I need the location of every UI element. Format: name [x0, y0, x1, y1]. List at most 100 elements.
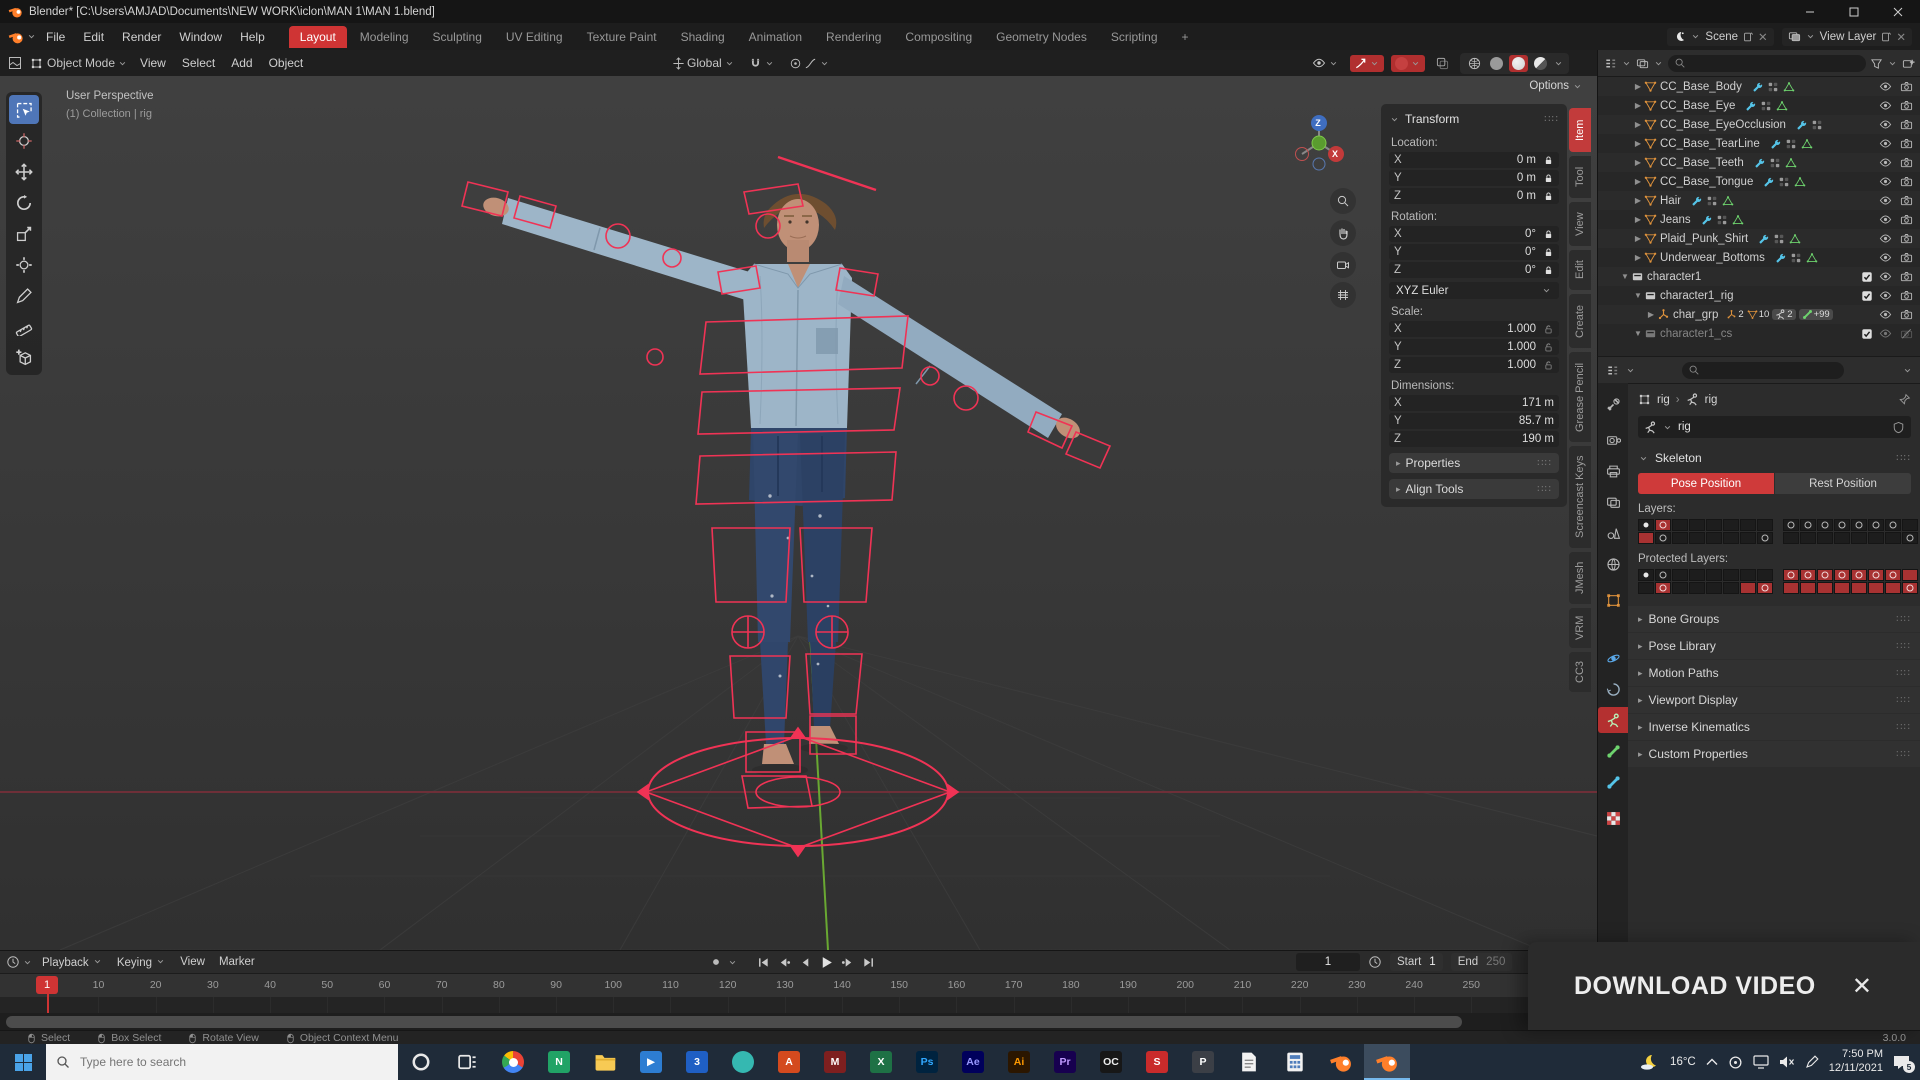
disclosure-icon[interactable]: ▼	[1619, 272, 1631, 281]
mode-selector[interactable]: Object Mode	[43, 54, 132, 72]
outliner-row[interactable]: ▶ Hair	[1598, 191, 1920, 210]
new-view-layer-icon[interactable]	[1880, 31, 1892, 43]
panel-align-tools[interactable]: ▸ Align Tools ∷∷	[1389, 479, 1559, 499]
breadcrumb-object[interactable]: rig	[1657, 394, 1670, 406]
jump-to-start-button[interactable]	[754, 954, 773, 971]
protected-layer-cell[interactable]	[1655, 569, 1671, 581]
protected-layer-cell[interactable]	[1638, 569, 1654, 581]
workspace-tab-texture-paint[interactable]: Texture Paint	[576, 26, 668, 48]
workspace-tab-compositing[interactable]: Compositing	[894, 26, 983, 48]
properties-tab-scene[interactable]	[1598, 520, 1628, 546]
snap-toggle[interactable]	[745, 55, 779, 72]
frame-end-field[interactable]: End 250	[1450, 953, 1513, 971]
camera-view-button[interactable]	[1330, 252, 1356, 278]
panel-viewport-display[interactable]: ▸ Viewport Display ∷∷	[1628, 687, 1920, 713]
armature-layer-cell[interactable]	[1655, 532, 1671, 544]
hide-eye-icon[interactable]	[1879, 99, 1892, 112]
keying-set-button[interactable]	[706, 954, 725, 971]
gizmo-z-axis[interactable]: Z	[1312, 117, 1324, 129]
menu-render[interactable]: Render	[113, 26, 170, 48]
transform-orientation-selector[interactable]: Global	[668, 54, 739, 72]
outliner-row[interactable]: ▼ character1	[1598, 267, 1920, 286]
timeline-scrollbar[interactable]	[0, 1013, 1597, 1031]
tool-rotate[interactable]	[9, 188, 39, 217]
workspace-tab-sculpting[interactable]: Sculpting	[422, 26, 493, 48]
disclosure-icon[interactable]: ▶	[1632, 196, 1644, 205]
object-name[interactable]: Hair	[1660, 195, 1681, 207]
hide-eye-icon[interactable]	[1879, 327, 1892, 340]
workspace-tab-rendering[interactable]: Rendering	[815, 26, 892, 48]
outliner-row[interactable]: ▶ Jeans	[1598, 210, 1920, 229]
properties-tab-world[interactable]	[1598, 551, 1628, 577]
viewport-menu-view[interactable]: View	[132, 53, 174, 73]
taskbar-app-media-app[interactable]: ▶	[628, 1044, 674, 1080]
tool-transform[interactable]	[9, 250, 39, 279]
scrollbar-thumb[interactable]	[6, 1016, 1462, 1028]
disclosure-icon[interactable]: ▶	[1632, 158, 1644, 167]
outliner-row[interactable]: ▶ CC_Base_Body	[1598, 77, 1920, 96]
armature-layer-cell[interactable]	[1723, 532, 1739, 544]
minimize-button[interactable]	[1788, 0, 1832, 23]
armature-layer-cell[interactable]	[1817, 519, 1833, 531]
transform-field-rotation-z[interactable]: Z 0°	[1389, 262, 1559, 278]
menu-edit[interactable]: Edit	[74, 26, 113, 48]
armature-layer-cell[interactable]	[1740, 519, 1756, 531]
object-name[interactable]: CC_Base_Body	[1660, 81, 1742, 93]
transform-field-location-x[interactable]: X0 m	[1389, 152, 1559, 168]
armature-layer-cell[interactable]	[1885, 532, 1901, 544]
gizmo-x-axis[interactable]: X	[1329, 148, 1341, 160]
pan-hand-button[interactable]	[1330, 220, 1356, 246]
object-name[interactable]: CC_Base_EyeOcclusion	[1660, 119, 1786, 131]
protected-layer-cell[interactable]	[1902, 569, 1918, 581]
transform-field-dimensions-z[interactable]: Z 190 m	[1389, 431, 1559, 447]
properties-tab-texture[interactable]	[1598, 805, 1628, 831]
properties-search[interactable]	[1682, 361, 1844, 379]
protected-layer-cell[interactable]	[1706, 582, 1722, 594]
hide-eye-icon[interactable]	[1879, 137, 1892, 150]
properties-tab-render[interactable]	[1598, 427, 1628, 453]
object-name[interactable]: char_grp	[1673, 309, 1718, 321]
shading-solid-button[interactable]	[1487, 55, 1506, 72]
armature-layer-cell[interactable]	[1851, 532, 1867, 544]
outliner-row[interactable]: ▶ CC_Base_TearLine	[1598, 134, 1920, 153]
armature-layer-cell[interactable]	[1672, 532, 1688, 544]
armature-layer-cell[interactable]	[1800, 532, 1816, 544]
sidebar-tab-cc3[interactable]: CC3	[1569, 652, 1591, 692]
outliner-row[interactable]: ▶ CC_Base_Tongue	[1598, 172, 1920, 191]
filter-icon[interactable]	[1870, 57, 1883, 70]
outliner-row[interactable]: ▼ character1_cs	[1598, 324, 1920, 343]
object-visibility-dropdown[interactable]	[1308, 54, 1343, 72]
armature-layer-cell[interactable]	[1706, 532, 1722, 544]
taskbar-app-notepad[interactable]	[1226, 1044, 1272, 1080]
display-mode-icon[interactable]	[1636, 57, 1649, 70]
properties-tab-constraints[interactable]	[1598, 676, 1628, 702]
taskbar-app-task-view[interactable]	[444, 1044, 490, 1080]
render-visibility-icon[interactable]	[1900, 156, 1913, 169]
disclosure-icon[interactable]: ▶	[1632, 215, 1644, 224]
protected-layer-cell[interactable]	[1655, 582, 1671, 594]
protected-layer-cell[interactable]	[1885, 569, 1901, 581]
outliner-search[interactable]	[1668, 54, 1866, 72]
menu-window[interactable]: Window	[170, 26, 231, 48]
armature-layer-cell[interactable]	[1800, 519, 1816, 531]
update-tray-icon[interactable]	[1728, 1055, 1743, 1070]
protected-layer-cell[interactable]	[1817, 569, 1833, 581]
rest-position-button[interactable]: Rest Position	[1775, 473, 1911, 494]
weather-icon[interactable]	[1640, 1054, 1660, 1070]
blender-menu-icon[interactable]	[8, 29, 37, 45]
unlink-scene-icon[interactable]: ✕	[1758, 30, 1768, 44]
unlock-icon[interactable]	[1543, 360, 1554, 371]
hide-eye-icon[interactable]	[1879, 213, 1892, 226]
armature-layer-cell[interactable]	[1655, 519, 1671, 531]
protected-layer-cell[interactable]	[1834, 582, 1850, 594]
taskbar-app-app-oc[interactable]: OC	[1088, 1044, 1134, 1080]
protected-layer-cell[interactable]	[1723, 569, 1739, 581]
hide-eye-icon[interactable]	[1879, 289, 1892, 302]
shading-rendered-button[interactable]	[1531, 55, 1550, 72]
workspace-tab-layout[interactable]: Layout	[288, 25, 347, 48]
timeline-menu-view[interactable]: View	[173, 954, 212, 970]
armature-layer-cell[interactable]	[1638, 532, 1654, 544]
timeline-editor-icon[interactable]	[6, 955, 20, 969]
transform-panel-header[interactable]: Transform ∷∷	[1389, 110, 1559, 130]
overlays-dropdown[interactable]	[1391, 54, 1425, 72]
